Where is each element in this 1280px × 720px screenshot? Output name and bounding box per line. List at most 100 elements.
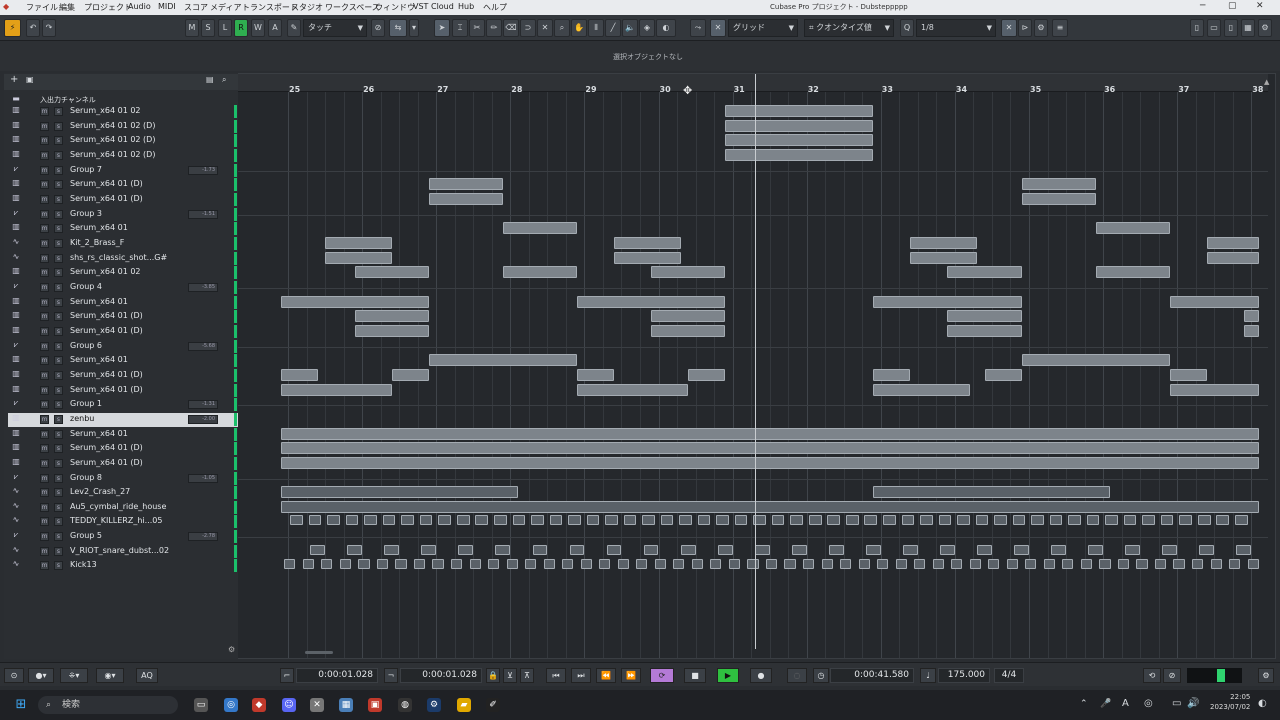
event[interactable] xyxy=(532,544,548,555)
apply-quantize-icon[interactable]: ⊳ xyxy=(1018,19,1032,37)
solo-button[interactable]: s xyxy=(54,429,63,439)
chevron-up-icon[interactable]: ⌃ xyxy=(1080,699,1088,709)
split-icon[interactable]: ✂ xyxy=(469,19,485,37)
add-track-icon[interactable]: + xyxy=(10,74,18,85)
line-tool-icon[interactable]: ╱ xyxy=(605,19,621,37)
event[interactable] xyxy=(877,559,889,570)
time-signature-display[interactable]: 4/4 xyxy=(994,668,1024,683)
event[interactable] xyxy=(969,559,981,570)
event[interactable] xyxy=(636,559,648,570)
mute-button[interactable]: m xyxy=(40,121,49,131)
track-visibility-icon[interactable]: ▤ xyxy=(206,75,214,84)
track-settings-icon[interactable]: ⚙ xyxy=(228,645,235,654)
close-icon[interactable]: ✕ xyxy=(1256,1,1264,11)
event[interactable] xyxy=(493,515,507,526)
go-to-start-icon[interactable]: ⏮ xyxy=(546,668,566,683)
mute-button[interactable]: m xyxy=(40,356,49,366)
window-layout-icon[interactable]: ▦ xyxy=(1241,19,1255,37)
event[interactable] xyxy=(586,515,600,526)
event[interactable] xyxy=(643,544,659,555)
event[interactable] xyxy=(531,515,544,526)
event[interactable] xyxy=(947,310,1022,323)
event[interactable] xyxy=(1021,178,1096,191)
cycle-icon[interactable]: ⟳ xyxy=(650,668,674,683)
automation-button[interactable]: A xyxy=(268,19,282,37)
event[interactable] xyxy=(623,515,637,526)
event[interactable] xyxy=(432,559,444,570)
event[interactable] xyxy=(651,310,726,323)
zoom-icon[interactable]: ⌕ xyxy=(554,19,570,37)
left-locator-icon[interactable]: ⌐ xyxy=(280,668,294,683)
event[interactable] xyxy=(697,515,711,526)
event[interactable] xyxy=(364,515,377,526)
track-row[interactable]: ▥ m s zenbu -2.00 xyxy=(8,412,238,427)
event[interactable] xyxy=(938,515,952,526)
event[interactable] xyxy=(1173,559,1185,570)
event[interactable] xyxy=(325,236,392,249)
track-row[interactable]: ∿ m s Kit_2_Brass_F xyxy=(8,236,238,251)
event[interactable] xyxy=(673,559,685,570)
lower-zone-icon[interactable]: ▭ xyxy=(1207,19,1221,37)
event[interactable] xyxy=(458,544,474,555)
app3-icon[interactable]: ▣ xyxy=(368,698,382,712)
track-row[interactable]: ▥ m s Serum_x64 01 02 (D) xyxy=(8,148,238,163)
event[interactable] xyxy=(1169,383,1259,396)
erase-icon[interactable]: ⌫ xyxy=(503,19,519,37)
event[interactable] xyxy=(865,544,881,555)
event[interactable] xyxy=(680,544,696,555)
event[interactable] xyxy=(469,559,481,570)
event[interactable] xyxy=(1197,515,1211,526)
event[interactable] xyxy=(873,295,1022,308)
forward-icon[interactable]: ⏩ xyxy=(621,668,641,683)
listen-button[interactable]: L xyxy=(218,19,232,37)
menu-midi[interactable]: MIDI xyxy=(158,2,176,11)
menu-media[interactable]: メディア xyxy=(210,2,241,13)
menu-audio[interactable]: Audio xyxy=(128,2,151,11)
mute-button[interactable]: m xyxy=(40,370,49,380)
track-row[interactable]: ⩗ m s Group 5 -2.78 xyxy=(8,530,238,544)
event[interactable] xyxy=(747,559,759,570)
metronome-off-icon[interactable]: ◌ xyxy=(787,668,807,683)
solo-button[interactable]: s xyxy=(54,488,63,498)
menu-file[interactable]: ファイル xyxy=(26,2,58,13)
event[interactable] xyxy=(1025,559,1037,570)
mute-button[interactable]: m xyxy=(40,488,49,498)
right-locator-icon[interactable]: ¬ xyxy=(384,668,398,683)
mute-button[interactable]: m xyxy=(40,444,49,454)
event[interactable] xyxy=(977,544,992,555)
solo-button[interactable]: s xyxy=(54,532,63,542)
track-volume[interactable]: -1.31 xyxy=(188,400,218,410)
event[interactable] xyxy=(845,515,859,526)
event[interactable] xyxy=(614,236,681,249)
event[interactable] xyxy=(384,544,400,555)
autoquantize-mode-icon[interactable]: ◉▾ xyxy=(96,668,124,683)
event[interactable] xyxy=(947,266,1022,279)
object-selection-icon[interactable]: ➤ xyxy=(434,19,450,37)
punch-out-icon[interactable]: ⊼ xyxy=(520,668,534,683)
event[interactable] xyxy=(456,515,470,526)
event[interactable] xyxy=(391,368,429,381)
event[interactable] xyxy=(1062,559,1074,570)
event[interactable] xyxy=(327,515,340,526)
mute-button[interactable]: M xyxy=(185,19,199,37)
solo-button[interactable]: s xyxy=(54,107,63,116)
record-mode-icon[interactable]: ●▾ xyxy=(28,668,54,683)
event[interactable] xyxy=(1086,515,1100,526)
event[interactable] xyxy=(354,324,429,337)
event[interactable] xyxy=(1068,515,1081,526)
mute-button[interactable]: m xyxy=(40,517,49,527)
horizontal-scrollbar[interactable] xyxy=(305,651,333,654)
solo-button[interactable]: s xyxy=(54,165,63,175)
event[interactable] xyxy=(1006,559,1018,570)
event[interactable] xyxy=(1012,515,1026,526)
write-button[interactable]: W xyxy=(251,19,265,37)
mute-button[interactable]: m xyxy=(40,297,49,307)
solo-button[interactable]: S xyxy=(201,19,215,37)
solo-button[interactable]: s xyxy=(54,356,63,366)
quantize-type-dropdown[interactable]: ⌗ クオンタイズ値 ▼ xyxy=(804,19,894,37)
solo-button[interactable]: s xyxy=(54,194,63,204)
event[interactable] xyxy=(382,515,396,526)
minimize-icon[interactable]: ─ xyxy=(1200,1,1205,11)
event[interactable] xyxy=(932,559,944,570)
track-row[interactable]: ⩗ m s Group 7 -1.73 xyxy=(8,163,238,178)
